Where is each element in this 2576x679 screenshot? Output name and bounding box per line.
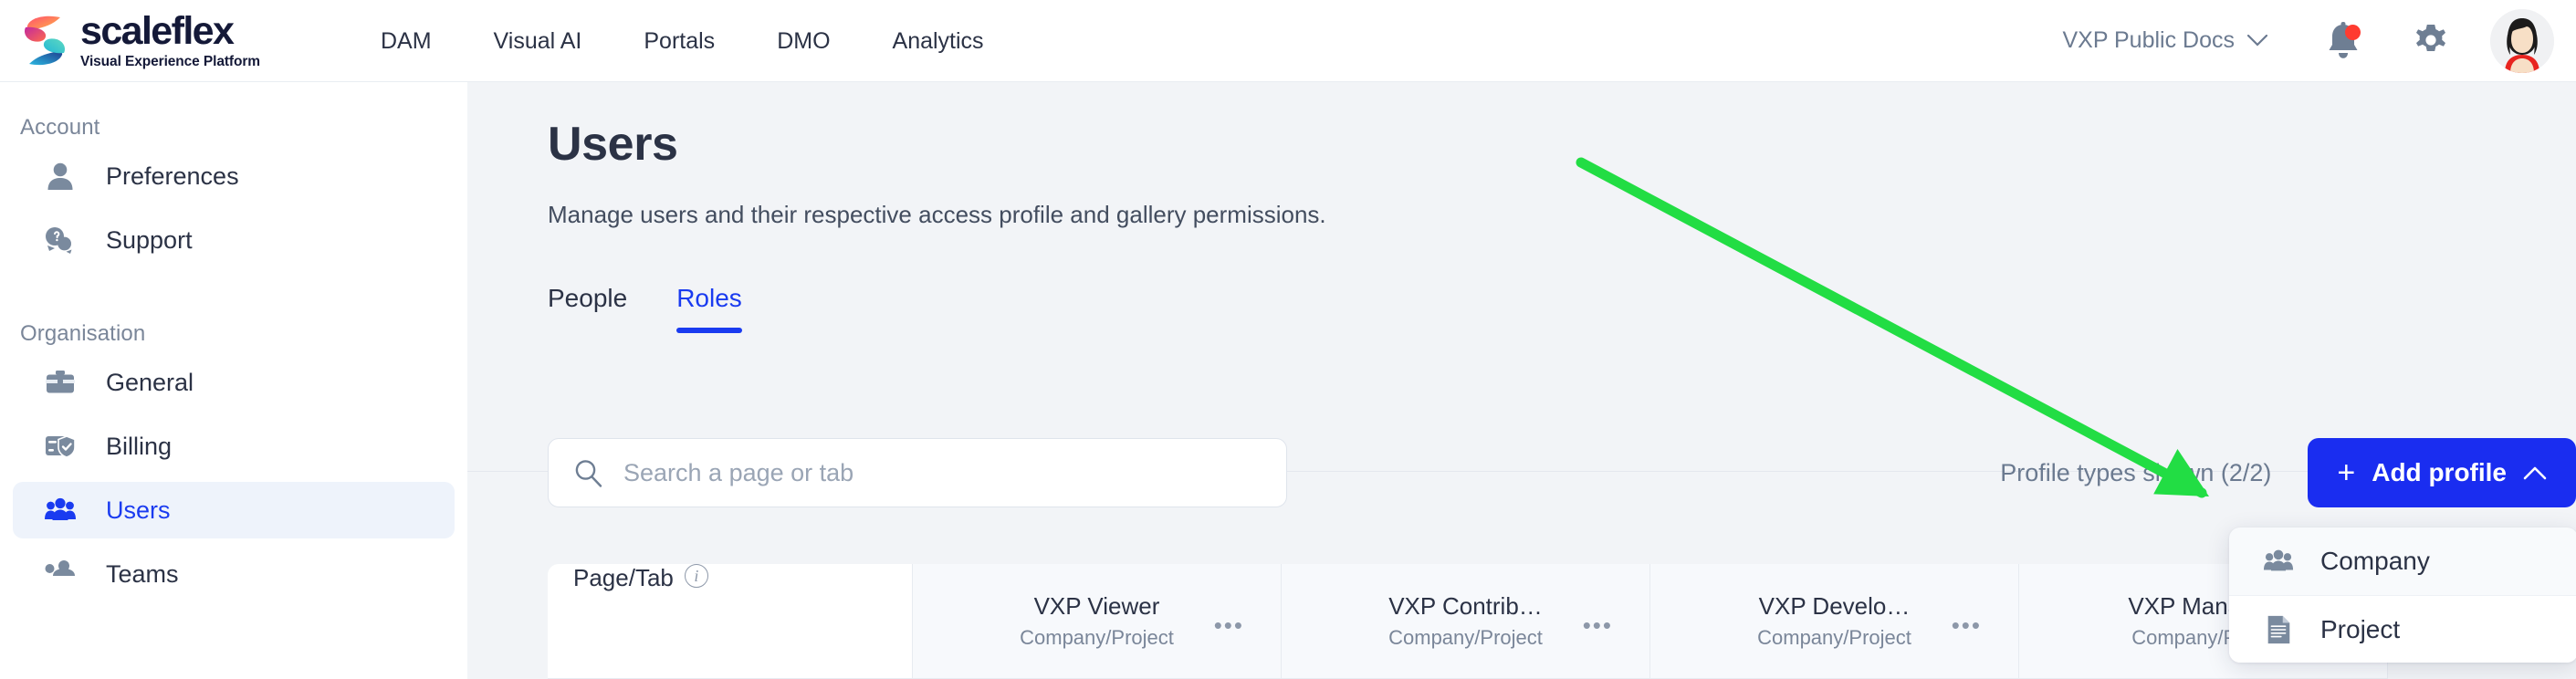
sidebar-item-billing[interactable]: Billing	[13, 418, 455, 475]
main-nav: DAM Visual AI Portals DMO Analytics	[350, 0, 1015, 82]
menu-item-project[interactable]: Project	[2229, 595, 2576, 663]
menu-item-company[interactable]: Company	[2229, 528, 2576, 595]
menu-item-label: Project	[2320, 614, 2401, 643]
add-profile-button[interactable]: + Add profile	[2308, 438, 2576, 507]
tab-roles[interactable]: Roles	[676, 284, 742, 333]
page-title: Users	[548, 118, 678, 171]
ellipsis-icon[interactable]: •••	[1583, 611, 1613, 640]
search-icon	[575, 460, 602, 487]
tab-people[interactable]: People	[548, 284, 627, 333]
sidebar-item-support[interactable]: Support	[13, 212, 455, 268]
column-header-title: VXP Viewer	[1033, 592, 1160, 620]
nav-item-dmo[interactable]: DMO	[746, 0, 861, 82]
top-navigation-bar: scaleflex Visual Experience Platform DAM…	[0, 0, 2576, 82]
column-header-title: VXP Develo…	[1758, 592, 1911, 620]
sidebar: Account Preferences Support Organisation…	[0, 82, 467, 679]
ellipsis-icon[interactable]: •••	[1214, 611, 1244, 640]
sidebar-item-label: Preferences	[106, 162, 239, 190]
info-icon[interactable]: i	[684, 564, 708, 588]
roles-toolbar: Profile types shown (2/2) + Add profile	[548, 436, 2576, 509]
sidebar-item-users[interactable]: Users	[13, 482, 455, 538]
person-icon	[42, 158, 79, 194]
avatar-image	[2490, 8, 2554, 73]
add-profile-menu: Company Project	[2229, 528, 2576, 663]
column-header-label: Page/Tab	[573, 564, 674, 591]
profile-types-shown-label[interactable]: Profile types shown (2/2)	[2000, 459, 2271, 487]
sidebar-group-title-account: Account	[20, 115, 100, 140]
column-header-subtitle: Company/Project	[1020, 626, 1174, 649]
billing-card-icon	[42, 428, 79, 465]
user-avatar[interactable]	[2490, 8, 2554, 73]
column-header-subtitle: Company/Project	[1757, 626, 1911, 649]
sidebar-item-label: Users	[106, 496, 171, 524]
users-group-icon	[2262, 545, 2295, 578]
teams-icon	[42, 556, 79, 592]
sidebar-item-label: Support	[106, 225, 193, 254]
column-header-subtitle: Company/Project	[1388, 626, 1543, 649]
document-icon	[2262, 613, 2295, 646]
scaleflex-s-logo-icon	[24, 16, 66, 65]
table-header-vxp-developer: VXP Develo… Company/Project •••	[1650, 564, 2019, 679]
question-chat-icon	[42, 222, 79, 258]
sidebar-group-title-organisation: Organisation	[20, 321, 146, 346]
sidebar-item-general[interactable]: General	[13, 354, 455, 411]
search-input[interactable]	[623, 458, 1262, 487]
notifications-button[interactable]	[2315, 13, 2372, 69]
chevron-down-icon	[2247, 35, 2267, 47]
nav-item-portals[interactable]: Portals	[613, 0, 746, 82]
brand-logo[interactable]: scaleflex Visual Experience Platform	[20, 12, 260, 69]
top-right-actions: VXP Public Docs	[2062, 8, 2576, 73]
sidebar-item-label: Billing	[106, 432, 173, 460]
search-box[interactable]	[548, 438, 1287, 507]
brand-tagline: Visual Experience Platform	[80, 54, 260, 70]
table-header-vxp-contributor: VXP Contrib… Company/Project •••	[1282, 564, 1650, 679]
plus-icon: +	[2337, 455, 2356, 490]
table-header-vxp-viewer: VXP Viewer Company/Project •••	[913, 564, 1282, 679]
menu-item-label: Company	[2320, 547, 2430, 575]
table-header-page-tab: Page/Tab i	[548, 564, 913, 679]
add-profile-label: Add profile	[2372, 458, 2507, 486]
settings-button[interactable]	[2403, 13, 2459, 69]
page-subtitle: Manage users and their respective access…	[548, 201, 1326, 228]
briefcase-icon	[42, 364, 79, 401]
sidebar-item-label: General	[106, 368, 194, 396]
tab-bar: People Roles	[548, 284, 2576, 333]
ellipsis-icon[interactable]: •••	[1952, 611, 1982, 640]
nav-item-visual-ai[interactable]: Visual AI	[463, 0, 613, 82]
sidebar-item-preferences[interactable]: Preferences	[13, 148, 455, 204]
app-root: scaleflex Visual Experience Platform DAM…	[0, 0, 2576, 679]
gear-icon	[2416, 24, 2445, 51]
nav-item-dam[interactable]: DAM	[350, 0, 463, 82]
chevron-up-icon	[2523, 466, 2547, 479]
organisation-selector[interactable]: VXP Public Docs	[2062, 27, 2267, 54]
column-header-title: VXP Contrib…	[1388, 592, 1543, 620]
users-group-icon	[42, 492, 79, 528]
sidebar-item-teams[interactable]: Teams	[13, 546, 455, 602]
nav-item-analytics[interactable]: Analytics	[862, 0, 1015, 82]
organisation-name: VXP Public Docs	[2062, 27, 2235, 53]
brand-name: scaleflex	[80, 9, 235, 54]
sidebar-item-label: Teams	[106, 559, 179, 588]
notification-badge	[2345, 24, 2361, 40]
